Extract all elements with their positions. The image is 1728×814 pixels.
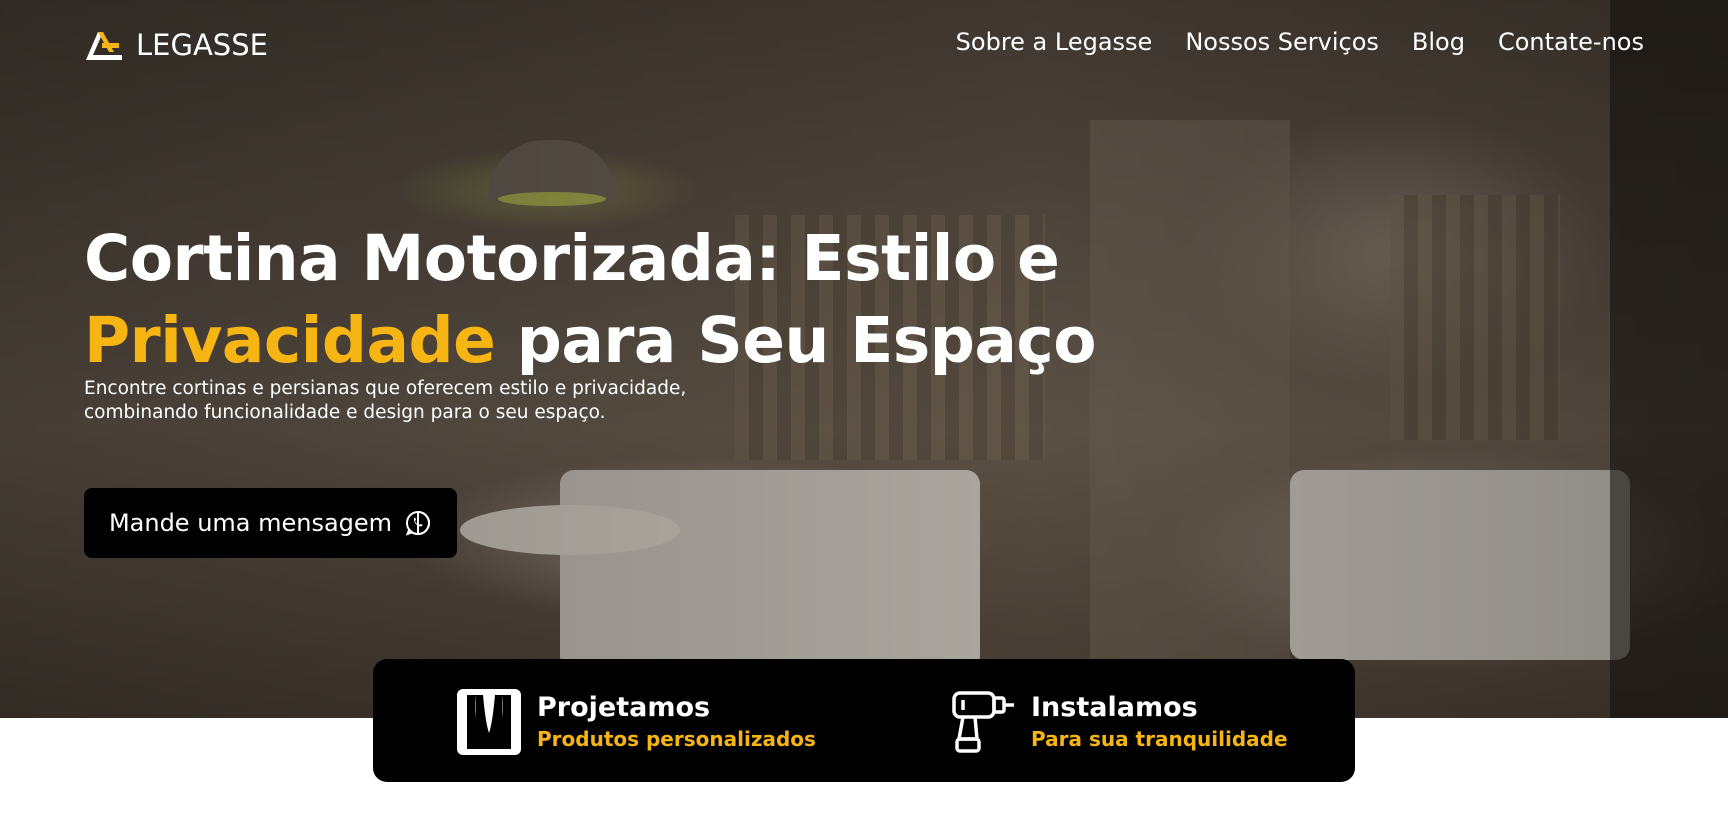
feature-title: Instalamos [1031, 692, 1198, 723]
subtitle-line1: Encontre cortinas e persianas que oferec… [84, 378, 687, 399]
subtitle-line2: combinando funcionalidade e design para … [84, 402, 606, 423]
brand-name: LEGASSE [136, 28, 268, 62]
legasse-logo-icon [86, 32, 122, 60]
headline-part2: para Seu Espaço [495, 304, 1097, 377]
nav-item-servicos[interactable]: Nossos Serviços [1185, 28, 1379, 56]
message-button-label: Mande uma mensagem [108, 509, 393, 537]
site-header: LEGASSE Sobre a Legasse Nossos Serviços … [0, 0, 1728, 90]
hero-headline: Cortina Motorizada: Estilo e Privacidade … [84, 218, 1134, 382]
feature-projetamos: Projetamos Produtos personalizados [457, 689, 816, 755]
feature-title: Projetamos [537, 692, 711, 723]
nav-item-contato[interactable]: Contate-nos [1498, 28, 1644, 56]
main-nav: Sobre a Legasse Nossos Serviços Blog Con… [956, 28, 1644, 56]
nav-item-blog[interactable]: Blog [1412, 28, 1465, 56]
logo[interactable]: LEGASSE [84, 26, 268, 64]
headline-part1: Cortina Motorizada: Estilo e [84, 222, 1060, 295]
nav-item-sobre[interactable]: Sobre a Legasse [956, 28, 1153, 56]
hero-subtitle: Encontre cortinas e persianas que oferec… [84, 377, 784, 425]
feature-subtitle: Para sua tranquilidade [1031, 727, 1288, 751]
whatsapp-icon [405, 510, 431, 536]
features-bar: Projetamos Produtos personalizados Insta… [373, 659, 1355, 782]
feature-instalamos: Instalamos Para sua tranquilidade [951, 689, 1288, 755]
drill-icon [952, 691, 1014, 753]
message-button[interactable]: Mande uma mensagem [84, 488, 457, 558]
feature-subtitle: Produtos personalizados [537, 727, 816, 751]
curtain-icon [457, 689, 521, 755]
headline-accent: Privacidade [84, 304, 496, 377]
